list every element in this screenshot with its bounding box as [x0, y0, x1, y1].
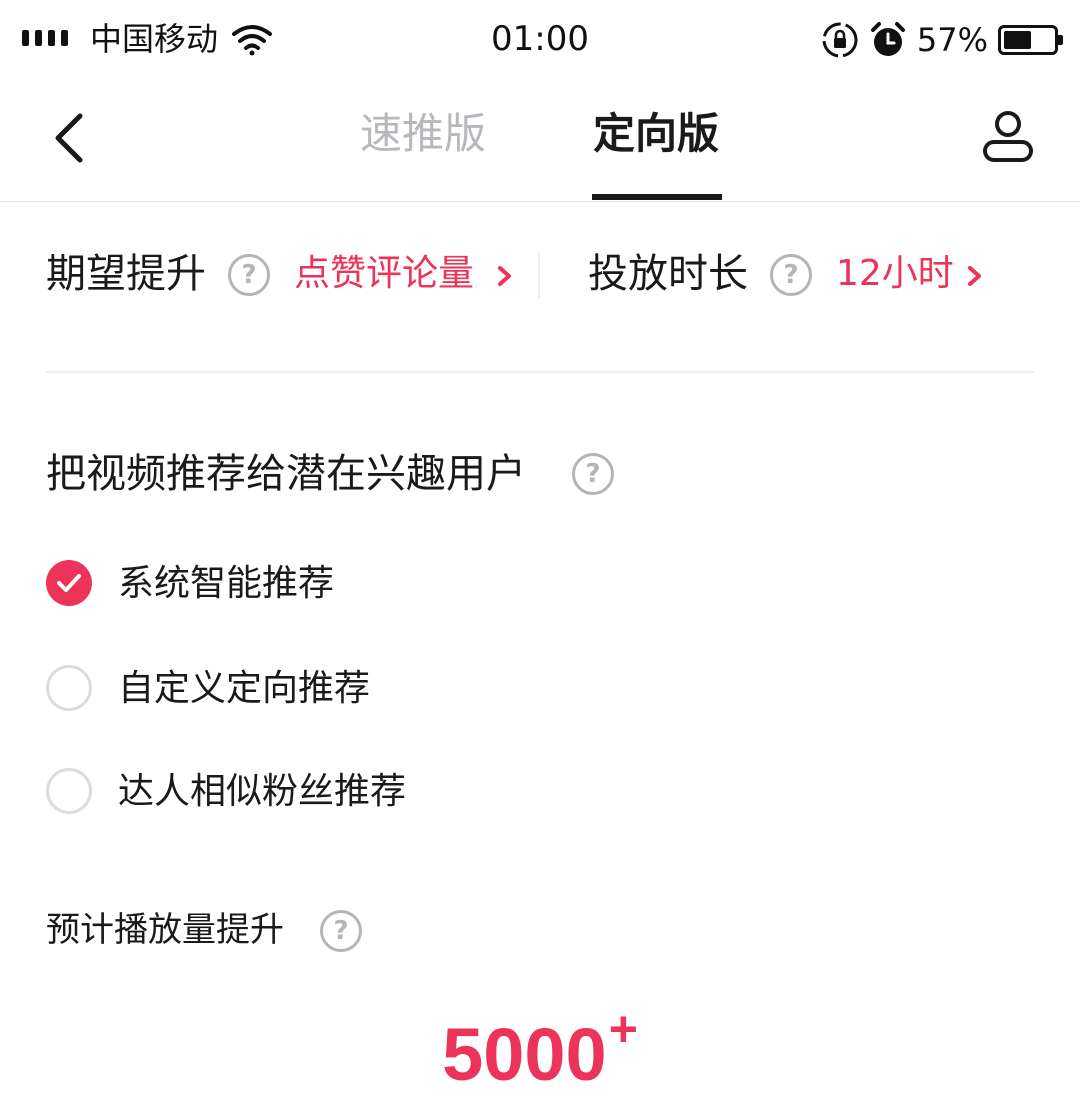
help-icon[interactable]: ? [320, 910, 362, 952]
tab-quick-boost[interactable]: 速推版 [360, 106, 486, 162]
profile-icon[interactable] [980, 108, 1036, 164]
option-custom-targeting[interactable]: 自定义定向推荐 [46, 661, 646, 717]
help-icon[interactable]: ? [228, 254, 270, 296]
help-icon[interactable]: ? [770, 254, 812, 296]
checkmark-icon [57, 574, 81, 592]
option-system-smart[interactable]: 系统智能推荐 [46, 556, 646, 612]
option-label: 达人相似粉丝推荐 [118, 771, 407, 812]
estimate-label: 预计播放量提升 [46, 910, 284, 950]
option-label: 自定义定向推荐 [118, 668, 371, 709]
estimate-value: 5000+ [0, 1000, 1080, 1100]
estimate-number: 5000 [442, 1013, 607, 1096]
option-label: 系统智能推荐 [118, 563, 335, 604]
status-bar: 中国移动 01:00 57% [0, 0, 1080, 78]
expect-boost-value[interactable]: 点赞评论量 [294, 248, 474, 300]
targeting-title: 把视频推荐给潜在兴趣用户 [46, 451, 526, 497]
rotation-lock-icon [822, 22, 858, 58]
active-tab-indicator [592, 194, 722, 200]
top-navigation: 速推版 定向版 [0, 78, 1080, 202]
duration-value[interactable]: 12小时 [836, 248, 954, 300]
help-icon[interactable]: ? [572, 453, 614, 495]
alarm-icon [870, 22, 905, 56]
battery-level-fill [1004, 31, 1031, 49]
tab-targeted[interactable]: 定向版 [593, 106, 719, 162]
estimate-suffix: + [608, 1001, 638, 1057]
battery-percent: 57% [916, 21, 988, 59]
section-divider [46, 371, 1034, 373]
vertical-divider [538, 252, 540, 298]
duration-label: 投放时长 [588, 251, 748, 297]
chevron-right-icon[interactable] [496, 264, 514, 288]
radio-unchecked[interactable] [46, 665, 92, 711]
option-similar-fans[interactable]: 达人相似粉丝推荐 [46, 764, 646, 820]
chevron-right-icon[interactable] [966, 264, 984, 288]
boost-settings-row: 期望提升 ? 点赞评论量 投放时长 ? 12小时 [0, 236, 1080, 316]
battery-icon [998, 25, 1063, 55]
radio-checked[interactable] [46, 560, 92, 606]
expect-boost-label: 期望提升 [46, 251, 206, 297]
radio-unchecked[interactable] [46, 768, 92, 814]
back-arrow-icon[interactable] [46, 108, 96, 168]
